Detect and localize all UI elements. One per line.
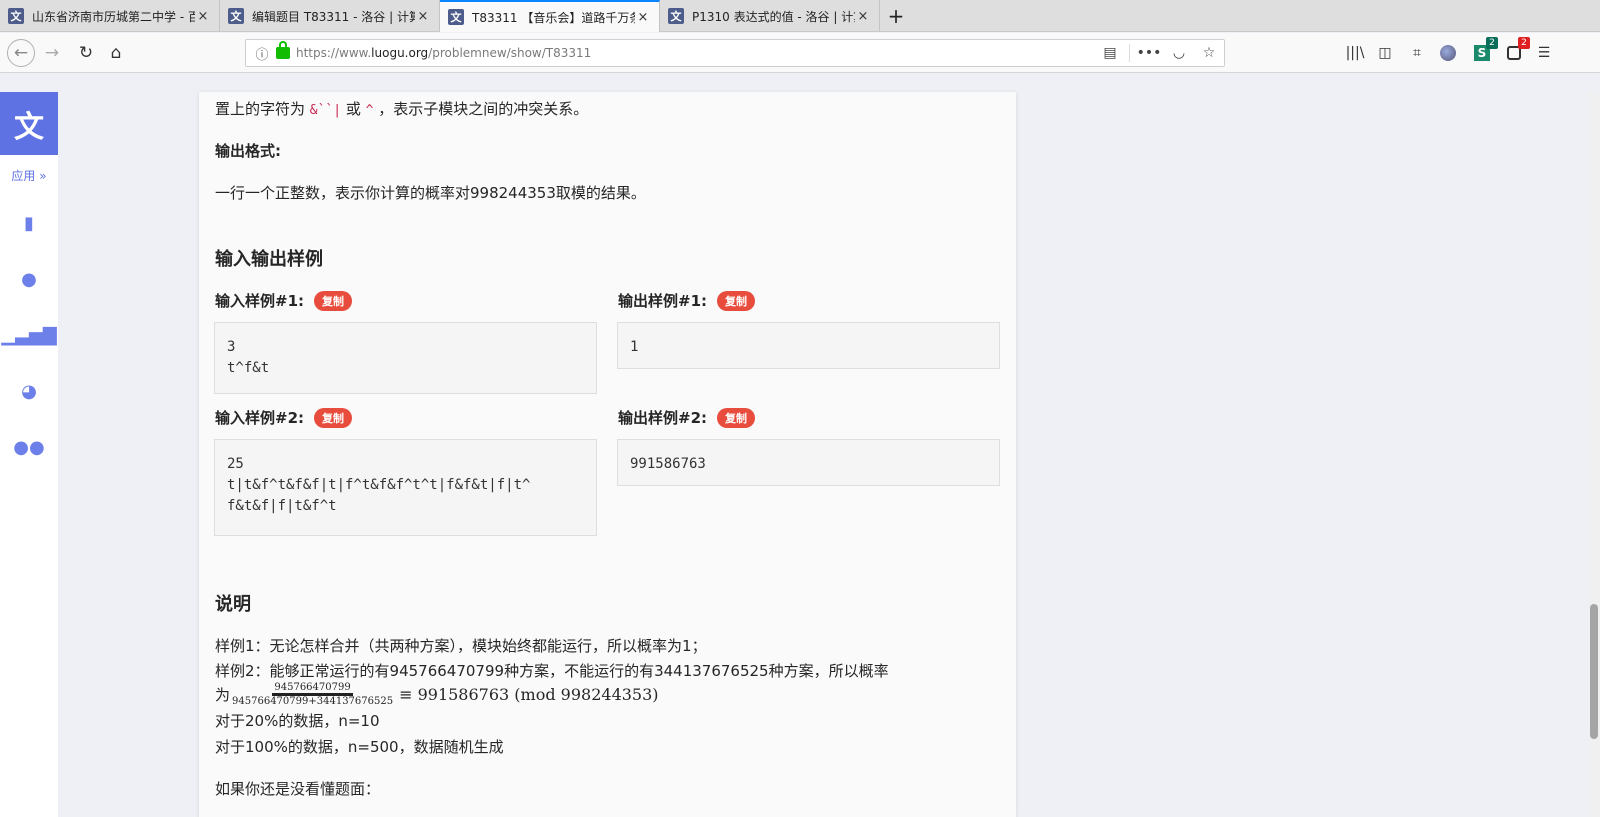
close-icon[interactable]: × (855, 9, 871, 24)
pocket-icon[interactable]: ◡ (1164, 45, 1194, 61)
divider (1129, 44, 1130, 62)
menu-icon[interactable]: ☰ (1532, 41, 1556, 65)
home-button[interactable]: ⌂ (102, 39, 130, 67)
arrow-right-icon: → (44, 43, 60, 63)
probability-fraction: 945766470799 945766470799+344137676525 (232, 682, 394, 707)
output-format-text: 一行一个正整数，表示你计算的概率对998244353取模的结果。 (215, 184, 646, 202)
note-line: 样例1：无论怎样合并（共两种方案），模块始终都能运行，所以概率为1； (215, 637, 707, 655)
input-format-tail: 置上的字符为 &``| 或 ^ ，表示子模块之间的冲突关系。 (215, 100, 589, 118)
home-icon: ⌂ (110, 43, 122, 63)
browser-tab-4[interactable]: 文 P1310 表达式的值 - 洛谷 | 计算 × (660, 0, 880, 32)
lock-icon (276, 41, 290, 59)
extension-badge: 2 (1486, 37, 1498, 49)
output-format-label: 输出格式: (215, 142, 281, 160)
sidebar-toggle-icon[interactable]: ◫ (1373, 41, 1397, 65)
reader-view-icon[interactable]: ▤ (1095, 45, 1125, 61)
copy-button[interactable]: 复制 (314, 407, 353, 428)
luogu-favicon-icon: 文 (228, 8, 244, 24)
close-icon[interactable]: × (635, 10, 651, 25)
chat-bubbles-icon[interactable]: ●● (0, 419, 58, 475)
pie-chart-icon[interactable]: ◕ (0, 363, 58, 419)
s-extension-icon[interactable]: S 2 (1470, 37, 1498, 65)
luogu-logo-icon[interactable]: 文 (0, 92, 58, 155)
copy-button[interactable]: 复制 (717, 407, 756, 428)
note-line: 对于20%的数据，n=10 (215, 712, 380, 730)
luogu-favicon-icon: 文 (668, 8, 684, 24)
puzzle-extension-icon[interactable]: 2 (1502, 37, 1530, 65)
problem-content: 置上的字符为 &``| 或 ^ ，表示子模块之间的冲突关系。 输出格式: 一行一… (199, 92, 1016, 817)
tab-title: 山东省济南市历城第二中学 - 百 (32, 9, 195, 24)
sample-output-1-label: 输出样例#1: 复制 (618, 290, 756, 311)
note-line: 如果你还是没看懂题面： (215, 780, 381, 798)
browser-tab-1[interactable]: 文 山东省济南市历城第二中学 - 百 × (0, 0, 220, 32)
browser-tab-strip: 文 山东省济南市历城第二中学 - 百 × 文 编辑题目 T83311 - 洛谷 … (0, 0, 1600, 32)
sample-output-1: 1 (617, 322, 1000, 369)
url-bar[interactable]: ⓘ https://www.luogu.org/problemnew/show/… (245, 39, 1225, 67)
tab-title: T83311 【音乐会】道路千万条 (472, 10, 635, 25)
scrollbar-thumb[interactable] (1590, 604, 1598, 739)
url-text[interactable]: https://www.luogu.org/problemnew/show/T8… (296, 46, 1095, 60)
note-line: 样例2：能够正常运行的有945766470799种方案，不能运行的有344137… (215, 662, 889, 680)
more-actions-icon[interactable]: ••• (1134, 45, 1164, 61)
notes-heading: 说明 (215, 594, 251, 615)
browser-tab-2[interactable]: 文 编辑题目 T83311 - 洛谷 | 计算 × (220, 0, 440, 32)
sample-input-2: 25 t|t&f^t&f&f|t|f^t&f&f^t^t|f&f&t|f|t^ … (214, 439, 597, 536)
lightbulb-icon[interactable]: ● (0, 251, 58, 307)
browser-tab-3-active[interactable]: 文 T83311 【音乐会】道路千万条 × (440, 0, 660, 32)
back-button[interactable]: ← (7, 39, 35, 67)
note-formula-line: 为 945766470799 945766470799+344137676525… (215, 682, 659, 707)
info-icon[interactable]: ⓘ (252, 44, 272, 63)
sample-input-2-label: 输入样例#2: 复制 (215, 407, 353, 428)
signal-bars-icon[interactable]: ▁▃▅▇ (0, 307, 58, 363)
luogu-favicon-icon: 文 (448, 9, 464, 25)
reload-button[interactable]: ↻ (72, 39, 100, 67)
new-tab-button[interactable]: + (880, 0, 912, 31)
copy-button[interactable]: 复制 (314, 290, 353, 311)
sample-input-1-label: 输入样例#1: 复制 (215, 290, 353, 311)
note-line: 对于100%的数据，n=500，数据随机生成 (215, 738, 504, 756)
tab-title: 编辑题目 T83311 - 洛谷 | 计算 (252, 9, 415, 24)
inline-code: &``| (309, 103, 342, 118)
sample-input-1: 3 t^f&t (214, 322, 597, 394)
bookmark-star-icon[interactable]: ☆ (1194, 45, 1224, 61)
sample-output-2: 991586763 (617, 439, 1000, 486)
tab-title: P1310 表达式的值 - 洛谷 | 计算 (692, 9, 855, 24)
reload-icon: ↻ (78, 43, 94, 63)
forward-button[interactable]: → (38, 39, 66, 67)
close-icon[interactable]: × (415, 9, 431, 24)
globe-extension-icon[interactable] (1436, 41, 1460, 65)
apps-toggle[interactable]: 应用 » (0, 155, 58, 195)
library-icon[interactable]: |||\ (1343, 41, 1367, 65)
extension-badge: 2 (1518, 37, 1530, 49)
arrow-left-icon: ← (13, 43, 29, 63)
samples-heading: 输入输出样例 (215, 249, 323, 270)
luogu-favicon-icon: 文 (8, 8, 24, 24)
sample-output-2-label: 输出样例#2: 复制 (618, 407, 756, 428)
copy-button[interactable]: 复制 (717, 290, 756, 311)
crop-icon[interactable]: ⌗ (1405, 41, 1429, 65)
navigation-bar: ← → ↻ ⌂ ⓘ https://www.luogu.org/problemn… (0, 33, 1600, 73)
book-icon[interactable]: ▮ (0, 195, 58, 251)
luogu-sidebar: 文 应用 » ▮ ● ▁▃▅▇ ◕ ●● (0, 92, 58, 817)
modular-formula: ≡ 991586763 (mod 998244353) (399, 685, 659, 704)
close-icon[interactable]: × (195, 9, 211, 24)
